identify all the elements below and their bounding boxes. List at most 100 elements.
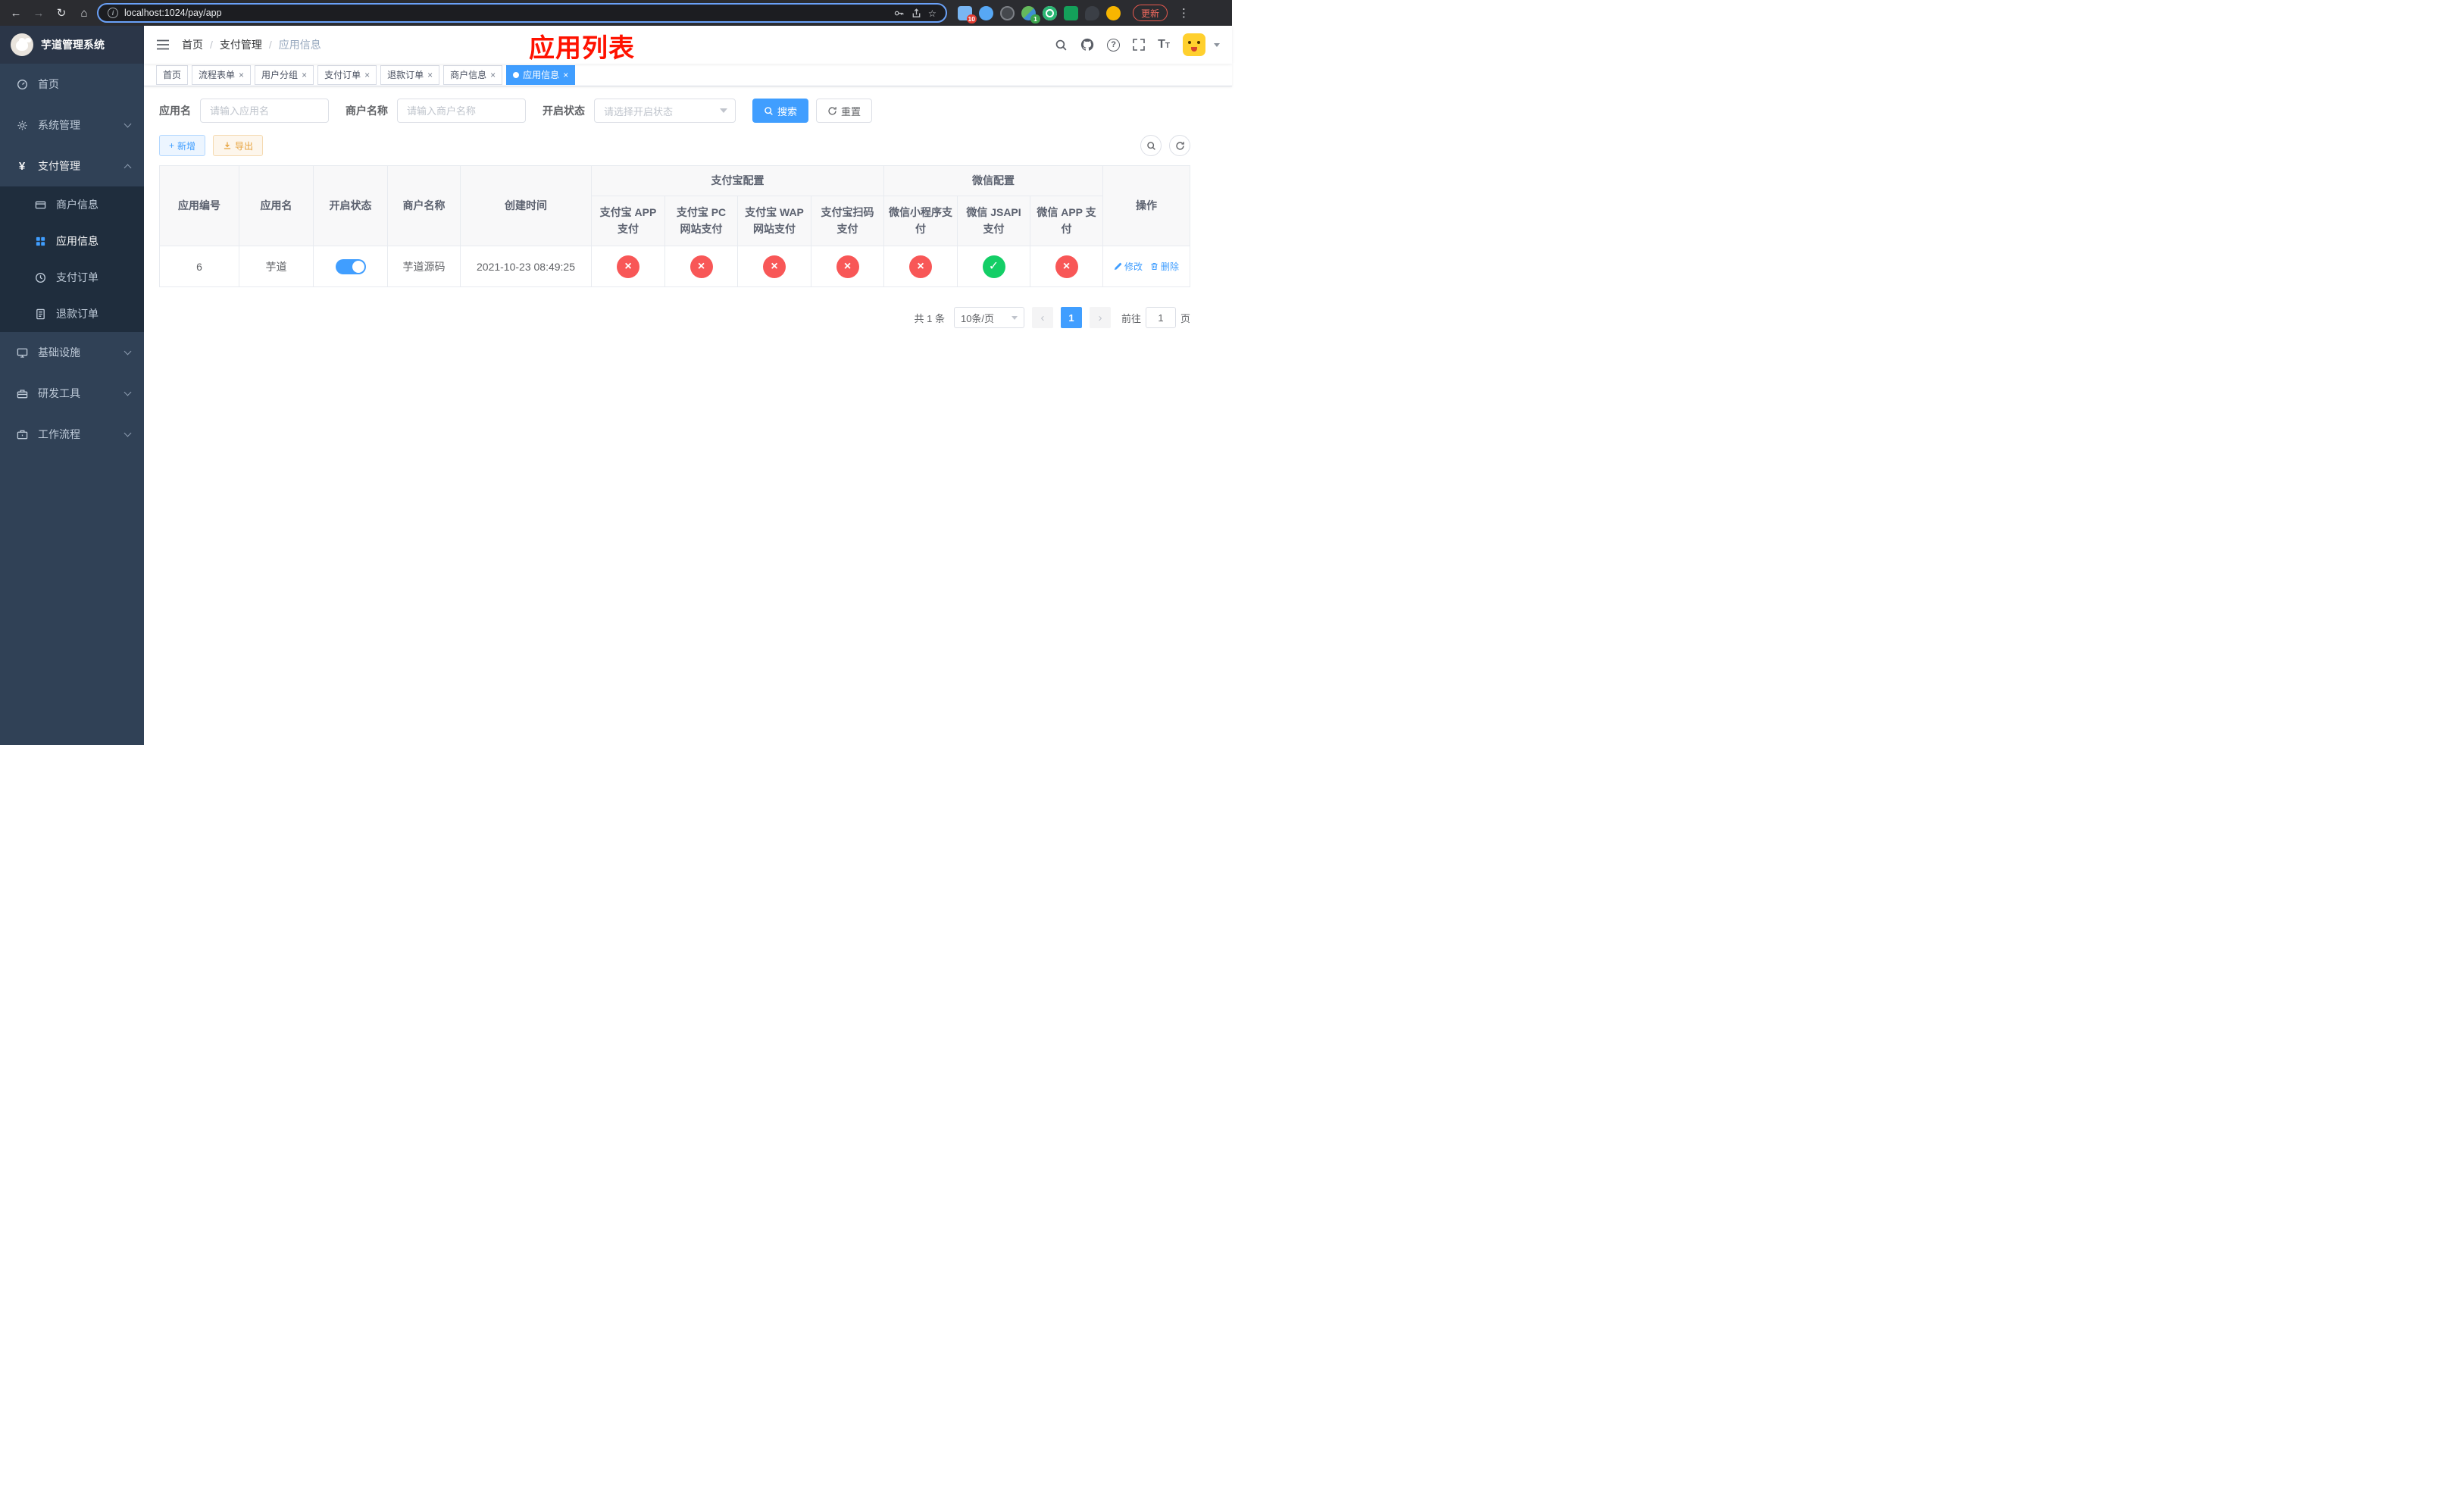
export-button[interactable]: 导出 [213,135,264,156]
sidebar-subitem-app-info[interactable]: 应用信息 [0,223,144,259]
payment-submenu: 商户信息 应用信息 支付订单 退款订单 [0,186,144,332]
toolbox-icon [15,388,29,399]
extension-icon-7[interactable] [1084,5,1099,20]
browser-menu-icon[interactable]: ⋮ [1178,6,1190,20]
address-bar[interactable]: i localhost:1024/pay/app ☆ [97,3,947,23]
font-size-icon[interactable]: TT [1158,38,1170,52]
tab-label: 支付订单 [324,70,361,80]
fullscreen-icon[interactable] [1133,39,1145,51]
status-toggle[interactable] [335,258,366,274]
refresh-table-button[interactable] [1169,135,1190,156]
col-actions: 操作 [1102,165,1190,246]
chevron-up-icon [124,164,132,171]
chevron-down-icon [720,108,727,113]
tab-app-info[interactable]: 应用信息 × [506,64,576,85]
tab-pay-order[interactable]: 支付订单 × [317,64,377,85]
back-button[interactable]: ← [6,3,26,23]
browser-toolbar: ← → ↻ ⌂ i localhost:1024/pay/app ☆ 10 1 [0,0,1232,26]
breadcrumb-home[interactable]: 首页 [182,37,203,52]
plus-icon: + [169,140,175,151]
bookmark-star-icon[interactable]: ☆ [928,8,937,19]
prev-page-button[interactable]: ‹ [1031,307,1053,328]
extension-icon-1[interactable]: 10 [957,5,977,23]
password-key-icon[interactable] [893,8,905,19]
grid-icon [33,236,47,247]
sidebar-item-payment[interactable]: ¥ 支付管理 [0,146,144,186]
extension-icon-2[interactable] [978,5,993,20]
sidebar-subitem-pay-order[interactable]: 支付订单 [0,259,144,296]
trash-icon [1151,262,1158,271]
sidebar-item-label: 系统管理 [38,119,80,131]
url-text[interactable]: localhost:1024/pay/app [124,8,887,18]
next-page-button[interactable]: › [1089,307,1111,328]
extension-icon-6[interactable] [1063,5,1078,20]
app-name-label: 应用名 [159,105,191,117]
tab-label: 应用信息 [523,70,560,80]
page-number-button[interactable]: 1 [1060,307,1082,328]
profile-avatar-icon[interactable] [1105,5,1121,20]
page: ← → ↻ ⌂ i localhost:1024/pay/app ☆ 10 1 [0,0,1232,745]
tab-refund-order[interactable]: 退款订单 × [380,64,440,85]
tab-user-group[interactable]: 用户分组 × [255,64,314,85]
filter-status: 开启状态 请选择开启状态 [543,99,736,123]
close-icon[interactable]: × [364,70,370,80]
sidebar: 芋道管理系统 首页 系统管理 ¥ 支付管理 商户信息 应用信息 支付订单 退款订… [0,26,144,745]
reset-button[interactable]: 重置 [816,99,873,123]
chevron-down-icon [124,429,132,437]
share-icon[interactable] [911,8,922,19]
col-group-wechat: 微信配置 [883,165,1103,196]
chrome-update-label: 更新 [1140,8,1159,19]
user-avatar[interactable] [1183,33,1205,56]
close-icon[interactable]: × [302,70,307,80]
github-icon[interactable] [1080,38,1094,52]
breadcrumb-section[interactable]: 支付管理 [220,37,262,52]
tab-home[interactable]: 首页 [156,64,189,85]
forward-button[interactable]: → [29,3,48,23]
sidebar-item-infrastructure[interactable]: 基础设施 [0,332,144,373]
page-content: 应用名 商户名称 开启状态 请选择开启状态 [144,86,1232,745]
delete-button[interactable]: 删除 [1150,260,1179,273]
avatar-caret-icon[interactable] [1214,42,1220,47]
toggle-search-button[interactable] [1140,135,1162,156]
add-button-label: 新增 [177,140,196,152]
merchant-name-input[interactable] [397,99,526,123]
extension-icon-3[interactable] [999,5,1015,20]
app-name-input[interactable] [200,99,329,123]
sidebar-item-workflow[interactable]: 工作流程 [0,414,144,455]
close-icon[interactable]: × [563,70,568,80]
page-size-select[interactable]: 10条/页 [953,307,1024,328]
app-frame: 芋道管理系统 首页 系统管理 ¥ 支付管理 商户信息 应用信息 支付订单 退款订… [0,26,1232,745]
add-button[interactable]: + 新增 [159,135,206,156]
sidebar-item-system[interactable]: 系统管理 [0,105,144,146]
home-button[interactable]: ⌂ [74,3,94,23]
status-select[interactable]: 请选择开启状态 [594,99,736,123]
cell-created: 2021-10-23 08:49:25 [460,246,592,287]
help-icon[interactable]: ? [1107,38,1121,52]
sidebar-item-dev-tools[interactable]: 研发工具 [0,373,144,414]
sidebar-item-home[interactable]: 首页 [0,64,144,105]
tab-merchant-info[interactable]: 商户信息 × [443,64,503,85]
reload-button[interactable]: ↻ [52,3,71,23]
col-group-alipay: 支付宝配置 [591,165,884,196]
close-icon[interactable]: × [427,70,433,80]
site-info-icon[interactable]: i [108,8,118,18]
extension-badge: 1 [1030,14,1040,23]
sidebar-subitem-merchant-info[interactable]: 商户信息 [0,186,144,223]
extension-icon-4[interactable]: 1 [1021,5,1040,23]
chrome-update-button[interactable]: 更新 [1132,5,1168,21]
close-icon[interactable]: × [490,70,496,80]
merchant-name-label: 商户名称 [346,105,388,117]
app-table: 应用编号 应用名 开启状态 商户名称 创建时间 支付宝配置 微信配置 操作 支付… [159,165,1190,287]
sidebar-collapse-icon[interactable] [156,39,170,51]
search-icon[interactable] [1055,39,1068,52]
sidebar-subitem-refund-order[interactable]: 退款订单 [0,296,144,332]
tab-flow-form[interactable]: 流程表单 × [192,64,252,85]
cell-wx-jsapi: ✓ [957,246,1030,287]
tab-label: 流程表单 [199,70,236,80]
search-button[interactable]: 搜索 [752,99,809,123]
close-icon[interactable]: × [239,70,244,80]
goto-page-input[interactable] [1145,307,1176,328]
extension-icon-5[interactable] [1042,5,1057,20]
edit-button[interactable]: 修改 [1114,260,1143,273]
sidebar-logo[interactable]: 芋道管理系统 [0,26,144,64]
